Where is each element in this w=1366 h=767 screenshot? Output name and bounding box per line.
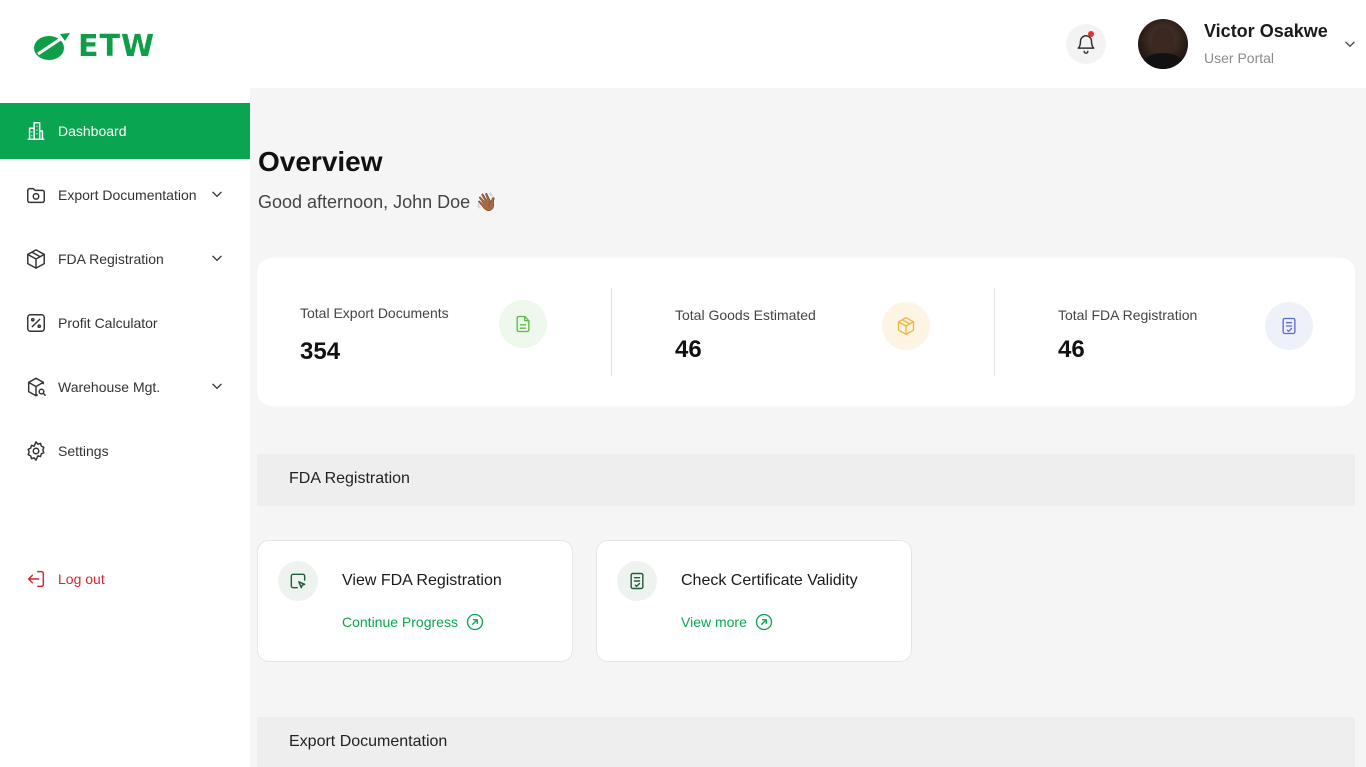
sidebar-item-label: Dashboard [58, 123, 127, 139]
export-section-header: Export Documentation [257, 717, 1355, 767]
stats-divider [994, 288, 995, 376]
logout-icon [24, 567, 48, 591]
package-icon [24, 247, 48, 271]
stat-label: Total Goods Estimated [675, 307, 816, 323]
gear-icon [24, 439, 48, 463]
view-fda-registration-card[interactable]: View FDA Registration Continue Progress [257, 540, 573, 662]
certificate-check-icon [617, 561, 657, 601]
section-title: FDA Registration [289, 470, 410, 487]
document-icon [499, 300, 547, 348]
stat-label: Total FDA Registration [1058, 307, 1198, 323]
view-more-link[interactable]: View more [681, 613, 773, 631]
arrow-up-right-circle-icon [755, 613, 773, 631]
link-label: View more [681, 614, 747, 630]
sidebar-item-settings[interactable]: Settings [0, 423, 250, 479]
card-title: Check Certificate Validity [681, 572, 858, 589]
notification-dot [1088, 31, 1094, 37]
fda-section-header: FDA Registration [257, 454, 1355, 506]
page-title: Overview [258, 146, 383, 177]
box-search-icon [24, 375, 48, 399]
sidebar-item-label: Warehouse Mgt. [58, 379, 161, 395]
chevron-down-icon[interactable] [210, 251, 224, 265]
stats-card: Total Export Documents 354 Total Goods E… [257, 258, 1355, 406]
user-name: Victor Osakwe [1204, 21, 1328, 41]
logout-button[interactable]: Log out [0, 551, 250, 607]
arrow-up-right-circle-icon [466, 613, 484, 631]
sidebar-item-profit-calculator[interactable]: Profit Calculator [0, 295, 250, 351]
chevron-down-icon[interactable] [210, 379, 224, 393]
section-title: Export Documentation [289, 733, 448, 750]
user-role: User Portal [1204, 50, 1275, 66]
avatar[interactable] [1138, 19, 1188, 69]
stats-divider [611, 288, 612, 376]
sidebar-item-label: FDA Registration [58, 251, 164, 267]
sidebar-item-label: Export Documentation [58, 187, 197, 203]
plane-leaf-icon [34, 32, 70, 60]
box-icon [882, 302, 930, 350]
chevron-down-icon[interactable] [1343, 37, 1357, 51]
stat-value: 354 [300, 338, 341, 365]
brand-name: ETW [78, 29, 156, 64]
folder-camera-icon [24, 183, 48, 207]
continue-progress-link[interactable]: Continue Progress [342, 613, 484, 631]
sidebar-item-label: Profit Calculator [58, 315, 158, 331]
sidebar-item-warehouse-mgt[interactable]: Warehouse Mgt. [0, 359, 250, 415]
sidebar-item-dashboard[interactable]: Dashboard [0, 103, 250, 159]
checklist-icon [1265, 302, 1313, 350]
stat-value: 46 [1058, 336, 1085, 363]
building-icon [24, 119, 48, 143]
cursor-window-icon [278, 561, 318, 601]
logout-label: Log out [58, 571, 105, 587]
stat-label: Total Export Documents [300, 305, 449, 321]
bell-icon [1077, 35, 1095, 54]
top-header: ETW Victor Osakwe User Portal [0, 0, 1366, 88]
chevron-down-icon[interactable] [210, 187, 224, 201]
link-label: Continue Progress [342, 614, 458, 630]
sidebar-item-label: Settings [58, 443, 109, 459]
card-title: View FDA Registration [342, 572, 502, 589]
sidebar-item-export-documentation[interactable]: Export Documentation [0, 167, 250, 223]
stat-value: 46 [675, 336, 702, 363]
sidebar-item-fda-registration[interactable]: FDA Registration [0, 231, 250, 287]
main-content: Overview Good afternoon, John Doe 👋🏾 Tot… [250, 88, 1366, 767]
check-certificate-validity-card[interactable]: Check Certificate Validity View more [596, 540, 912, 662]
notifications-button[interactable] [1066, 24, 1106, 64]
brand-logo[interactable]: ETW [32, 30, 155, 64]
percent-calculator-icon [24, 311, 48, 335]
sidebar: Dashboard Export Documentation FDA Regis… [0, 88, 250, 767]
greeting-text: Good afternoon, John Doe 👋🏾 [258, 192, 498, 212]
